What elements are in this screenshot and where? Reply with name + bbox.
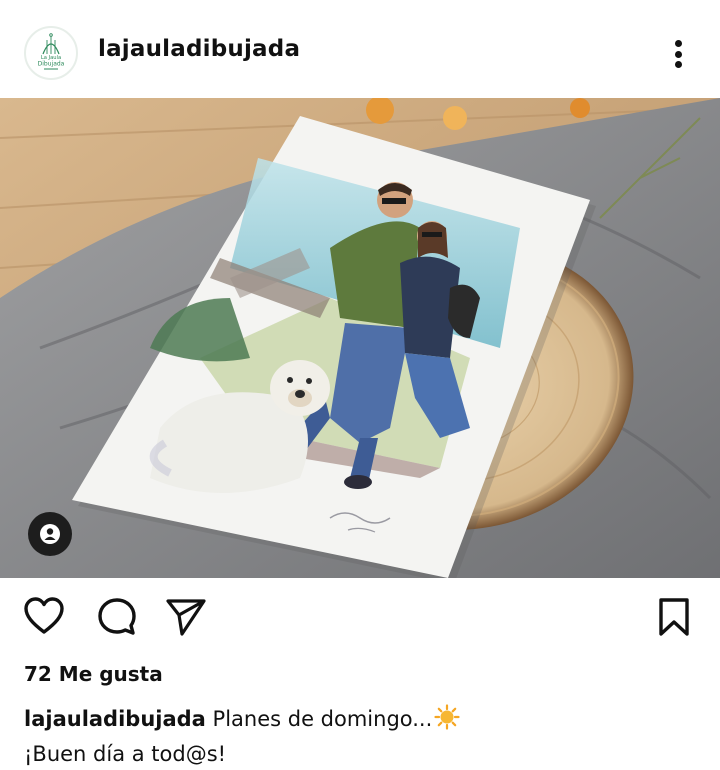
profile-avatar[interactable]: La Jaula Dibujada: [24, 26, 78, 80]
user-tag-icon[interactable]: [28, 512, 72, 556]
caption-second-line: ¡Buen día a tod@s!: [24, 742, 227, 766]
post-actions: [0, 590, 720, 650]
post-header: La Jaula Dibujada lajauladibujada: [0, 0, 720, 98]
post-image[interactable]: [0, 98, 720, 578]
caption-username[interactable]: lajauladibujada: [24, 707, 206, 731]
post-photo-art: [0, 98, 720, 578]
avatar-logo-icon: La Jaula Dibujada: [27, 29, 75, 77]
send-icon[interactable]: [164, 596, 208, 642]
post-caption: lajauladibujada Planes de domingo... ¡Bu…: [24, 704, 704, 770]
comment-icon[interactable]: [96, 596, 138, 642]
post-username[interactable]: lajauladibujada: [98, 36, 300, 62]
sun-emoji-icon: [434, 704, 460, 739]
likes-count[interactable]: 72 Me gusta: [24, 662, 163, 686]
more-options-icon[interactable]: [664, 34, 692, 74]
caption-text: Planes de domingo...: [212, 707, 433, 731]
svg-text:Dibujada: Dibujada: [38, 61, 65, 68]
heart-icon[interactable]: [22, 596, 66, 640]
bookmark-icon[interactable]: [656, 596, 692, 642]
